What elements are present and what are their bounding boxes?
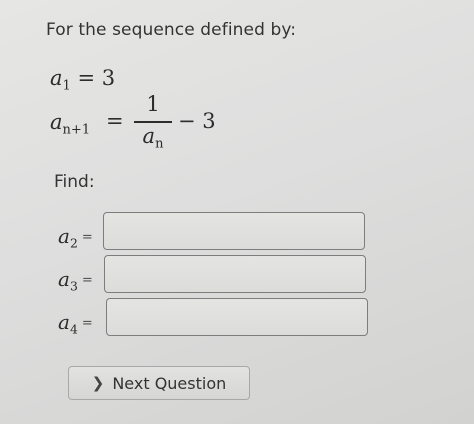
find-label: Find: [54,172,95,192]
recurrence-lhs-symbol: a [50,110,63,134]
initial-value: 3 [101,66,116,90]
answer-index: 3 [69,278,78,294]
initial-lhs-symbol: a [50,66,63,90]
answer-symbol: a [58,310,70,334]
answer-row-a2: a2 = [0,212,474,256]
recurrence-relation: an+1 = 1 an − 3 [50,92,270,152]
recurrence-tail: − 3 [178,109,216,133]
problem-prompt: For the sequence defined by: [46,20,297,40]
answer-symbol: a [58,224,70,248]
answer-label-a4: a4 = [58,310,93,336]
chevron-right-icon: ❯ [91,373,105,392]
recurrence-lhs: an+1 [50,110,90,138]
initial-condition: a1 = 3 [50,66,115,94]
recurrence-fraction: 1 an [134,92,172,152]
answer-equals: = [81,273,93,288]
denominator-index: n [155,136,164,152]
answer-label-a2: a2 = [58,224,93,250]
next-question-label: Next Question [112,373,227,393]
fraction-bar [134,121,172,123]
answer-index: 4 [69,321,78,337]
answer-equals: = [81,316,93,331]
answer-input-a3[interactable] [104,255,366,293]
initial-equals: = [77,66,96,90]
answer-equals: = [81,230,93,245]
fraction-denominator: an [134,124,172,152]
answer-index: 2 [69,235,78,251]
answer-input-a4[interactable] [106,298,368,336]
answer-input-a2[interactable] [103,212,365,250]
answer-row-a4: a4 = [0,298,474,342]
answer-label-a3: a3 = [58,267,93,293]
next-question-button[interactable]: ❯ Next Question [68,366,250,400]
answer-symbol: a [58,267,70,291]
recurrence-equals: = [106,109,124,133]
answer-row-a3: a3 = [0,255,474,299]
denominator-symbol: a [142,124,156,148]
recurrence-lhs-index: n+1 [62,122,91,138]
fraction-numerator: 1 [146,92,160,116]
